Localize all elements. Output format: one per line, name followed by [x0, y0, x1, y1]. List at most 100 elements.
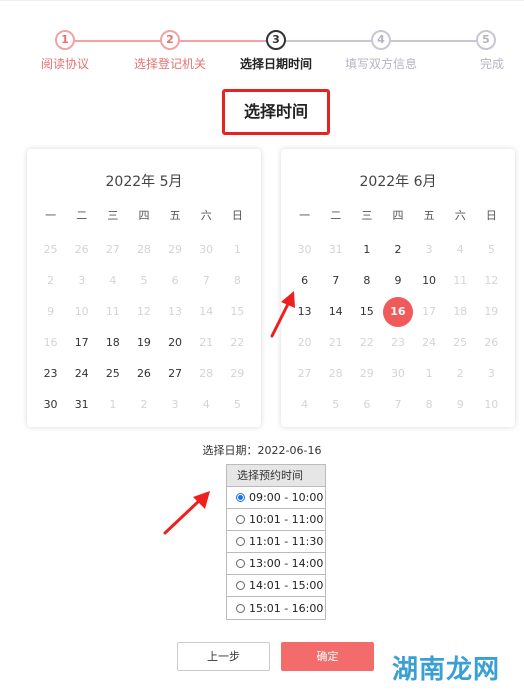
calendar-day-disabled: 29	[222, 358, 253, 389]
day-number: 4	[109, 274, 117, 287]
radio-unchecked-icon[interactable]	[236, 515, 245, 524]
time-slot-option[interactable]: 10:01 - 11:00	[227, 509, 325, 531]
radio-unchecked-icon[interactable]	[236, 537, 245, 546]
radio-unchecked-icon[interactable]	[236, 581, 245, 590]
weekday-label: 六	[200, 209, 212, 222]
calendar-day[interactable]: 31	[66, 389, 97, 420]
day-number: 6	[171, 274, 179, 287]
calendar-day-disabled: 29	[160, 234, 191, 265]
day-number: 2	[456, 367, 464, 380]
time-slot-label: 13:00 - 14:00	[249, 557, 324, 570]
selected-date-label: 选择日期：	[202, 444, 258, 457]
calendar-day-disabled: 26	[66, 234, 97, 265]
day-number: 20	[168, 336, 183, 349]
calendar-month-title: 2022年 5月	[105, 174, 183, 190]
calendar-day[interactable]: 18	[97, 327, 128, 358]
step-label: 选择登记机关	[133, 57, 206, 71]
calendar-day[interactable]: 27	[160, 358, 191, 389]
day-number: 21	[199, 336, 214, 349]
step-number-circle: 5	[476, 30, 496, 50]
day-number: 11	[105, 305, 120, 318]
calendar-day-disabled: 28	[128, 234, 159, 265]
day-number: 19	[484, 305, 499, 318]
day-number: 1	[109, 398, 117, 411]
day-number: 29	[230, 367, 245, 380]
time-slot-option[interactable]: 13:00 - 14:00	[227, 553, 325, 575]
previous-step-button[interactable]: 上一步	[177, 642, 270, 671]
time-slot-label: 09:00 - 10:00	[249, 491, 324, 504]
time-slot-label: 15:01 - 16:00	[249, 601, 324, 615]
radio-unchecked-icon[interactable]	[236, 603, 245, 613]
day-number: 24	[74, 367, 89, 380]
progress-stepper: 1 阅读协议 2 选择登记机关 3 选择日期时间 4 填写双方信息 5 完成	[0, 30, 524, 80]
radio-unchecked-icon[interactable]	[236, 559, 245, 568]
calendar-day[interactable]: 20	[160, 327, 191, 358]
step-2: 2 选择登记机关	[110, 30, 230, 72]
day-number: 18	[453, 305, 468, 318]
calendar-day[interactable]: 25	[97, 358, 128, 389]
calendar-day[interactable]: 2	[382, 234, 413, 265]
calendar-day-disabled: 16	[35, 327, 66, 358]
calendar-day-disabled: 21	[320, 327, 351, 358]
calendar-day-disabled: 26	[476, 327, 507, 358]
calendar-day[interactable]: 23	[35, 358, 66, 389]
weekday-label: 四	[138, 209, 150, 222]
day-number: 29	[359, 367, 374, 380]
calendar-day[interactable]: 30	[35, 389, 66, 420]
calendar-day-disabled: 2	[35, 265, 66, 296]
day-number: 8	[233, 274, 241, 287]
calendar-day[interactable]: 1	[351, 234, 382, 265]
calendar-day-disabled: 18	[445, 296, 476, 327]
calendar-day[interactable]: 10	[414, 265, 445, 296]
day-number: 16	[382, 297, 413, 327]
calendar-day[interactable]: 7	[320, 265, 351, 296]
calendar-day[interactable]: 17	[66, 327, 97, 358]
calendar-day-disabled: 29	[351, 358, 382, 389]
calendar-day[interactable]: 14	[320, 296, 351, 327]
day-number: 3	[78, 274, 86, 287]
calendar-day-disabled: 3	[476, 358, 507, 389]
day-number: 17	[74, 336, 89, 349]
calendar-day[interactable]: 24	[66, 358, 97, 389]
day-number: 18	[105, 336, 120, 349]
calendar-day-disabled: 5	[320, 389, 351, 420]
calendar-day-disabled: 3	[160, 389, 191, 420]
selected-date-value: 2022-06-16	[257, 444, 322, 457]
weekday-label: 四	[392, 209, 404, 222]
calendar-day-disabled: 25	[445, 327, 476, 358]
day-number: 1	[233, 243, 241, 256]
day-number: 10	[422, 274, 437, 287]
radio-checked-icon[interactable]	[236, 493, 245, 502]
step-number-circle: 3	[266, 30, 286, 50]
calendar-day[interactable]: 19	[128, 327, 159, 358]
annotation-arrow-date-icon	[270, 291, 295, 338]
step-number-circle: 2	[160, 30, 180, 50]
step-1: 1 阅读协议	[5, 30, 125, 72]
calendar-may: 2022年 5月 一二三四五六日 25 26 27 28 29 30 1 2 3 4 5 6 7 8 9 10 1…	[27, 149, 261, 427]
confirm-button[interactable]: 确定	[281, 642, 374, 671]
calendar-month-title: 2022年 6月	[359, 174, 437, 190]
day-number: 22	[359, 336, 374, 349]
calendar-day[interactable]: 15	[351, 296, 382, 327]
day-number: 31	[328, 243, 343, 256]
time-slot-option[interactable]: 14:01 - 15:00	[227, 575, 325, 597]
calendar-week-row: 9 10 11 12 13 14 15	[35, 296, 253, 327]
calendar-day-disabled: 4	[289, 389, 320, 420]
step-3: 3 选择日期时间	[216, 30, 336, 72]
calendar-day[interactable]: 9	[382, 265, 413, 296]
time-slot-option[interactable]: 15:01 - 16:00	[227, 597, 325, 619]
calendar-grid: 一二三四五六日 30 31 1 2 3 4 5 6 7 8 9 10 11 12 13 14 15 16 17 18 19…	[289, 204, 507, 420]
day-number: 14	[199, 305, 214, 318]
calendar-day-disabled: 30	[191, 234, 222, 265]
day-number: 4	[301, 398, 309, 411]
step-label: 阅读协议	[40, 57, 89, 71]
calendar-day-selected[interactable]: 16	[382, 296, 413, 327]
time-slot-option[interactable]: 11:01 - 11:30	[227, 531, 325, 553]
calendar-day-disabled: 30	[382, 358, 413, 389]
day-number: 21	[328, 336, 343, 349]
calendar-day-disabled: 12	[128, 296, 159, 327]
calendar-day[interactable]: 8	[351, 265, 382, 296]
calendar-day[interactable]: 26	[128, 358, 159, 389]
calendar-week-row: 30 31 1 2 3 4 5	[35, 389, 253, 420]
time-slot-option[interactable]: 09:00 - 10:00	[227, 487, 325, 509]
